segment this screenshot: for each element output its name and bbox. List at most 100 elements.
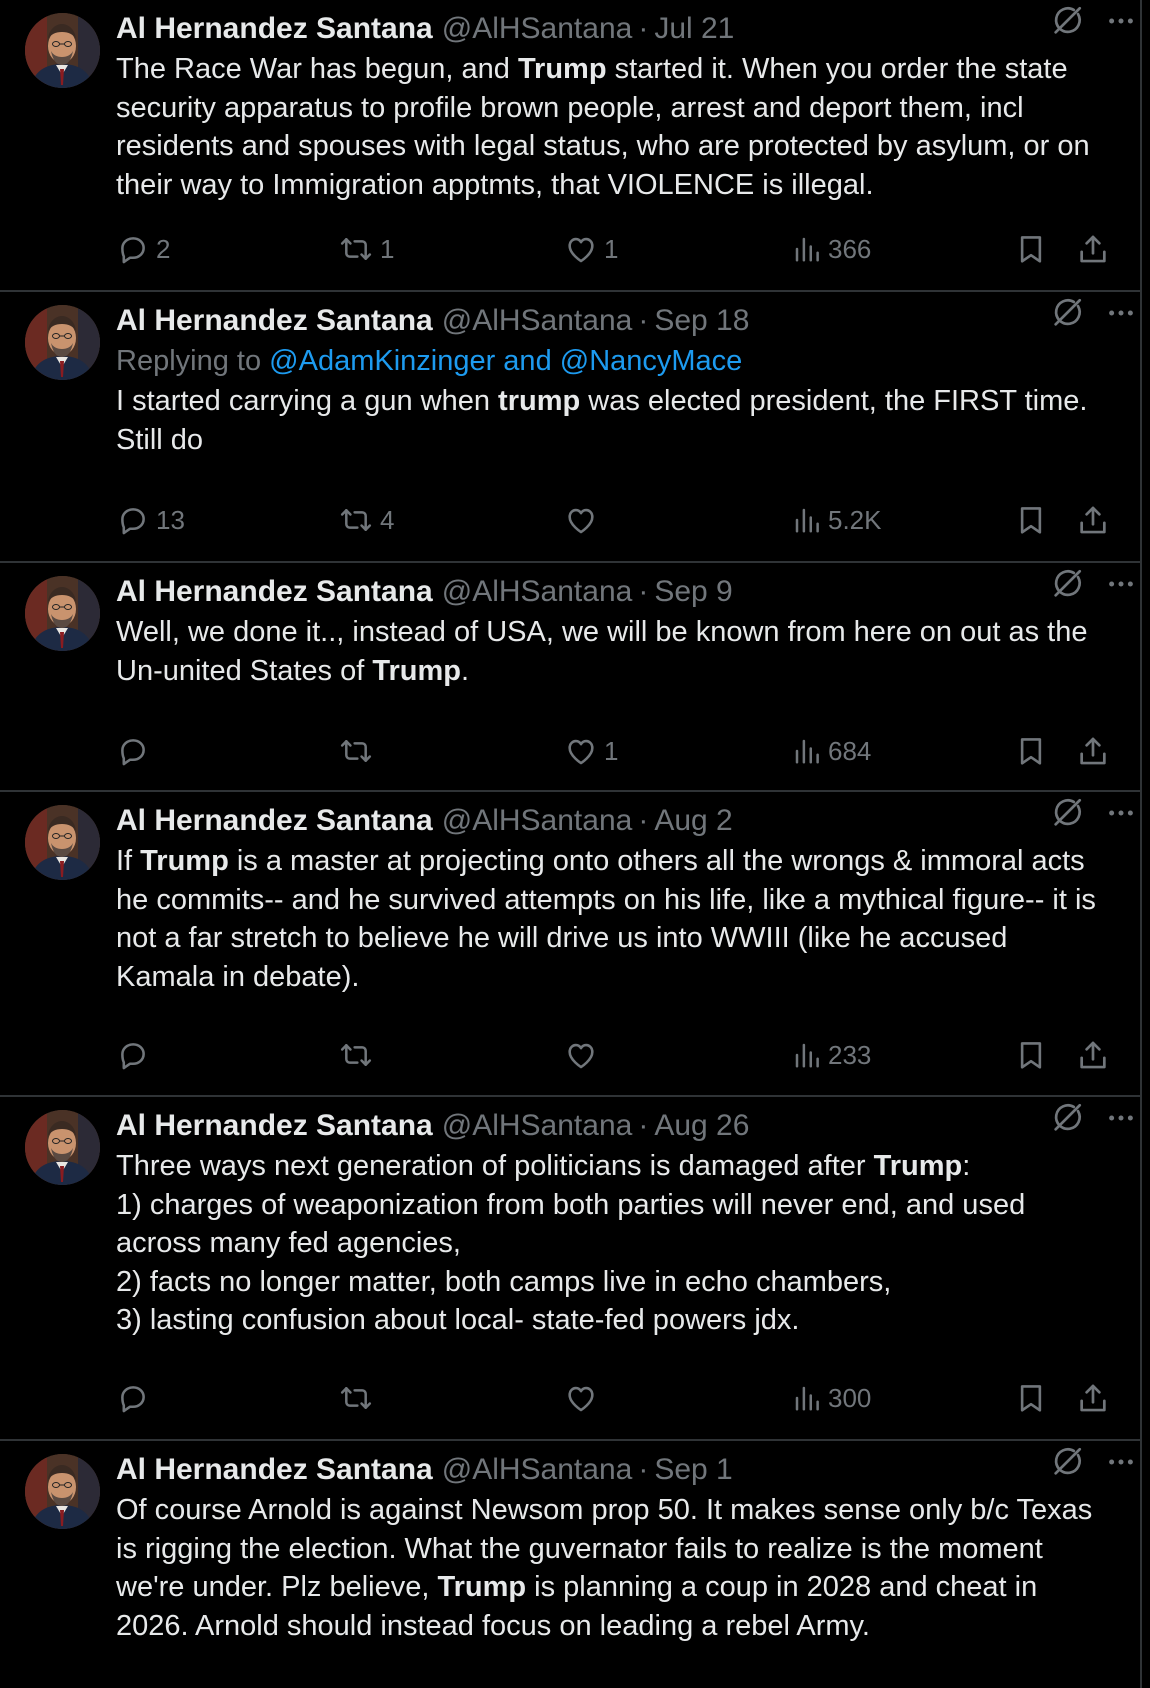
replying-to-mentions[interactable]: @AdamKinzinger and @NancyMace xyxy=(269,345,742,377)
bookmark-icon xyxy=(1016,1381,1046,1415)
heart-icon xyxy=(564,734,598,768)
reply-button[interactable] xyxy=(116,1035,150,1075)
repost-button[interactable] xyxy=(338,1035,374,1075)
author-name[interactable]: Al Hernandez Santana xyxy=(116,1451,433,1489)
tweet-top-icons xyxy=(1050,1101,1136,1140)
tweet[interactable]: Al Hernandez Santana @AlHSantana · Sep 9… xyxy=(0,563,1140,792)
author-name[interactable]: Al Hernandez Santana xyxy=(116,302,433,340)
share-button[interactable] xyxy=(1076,229,1110,269)
tweet-header: Al Hernandez Santana @AlHSantana · Aug 2… xyxy=(116,1107,1110,1145)
avatar-image xyxy=(25,1110,100,1185)
repost-count: 1 xyxy=(380,233,395,264)
author-handle[interactable]: @AlHSantana xyxy=(442,10,633,48)
repost-icon xyxy=(338,232,374,266)
repost-icon xyxy=(338,1038,374,1072)
grok-icon[interactable] xyxy=(1050,796,1084,835)
author-handle[interactable]: @AlHSantana xyxy=(442,1107,633,1145)
reply-button[interactable] xyxy=(116,731,150,771)
tweet[interactable]: Al Hernandez Santana @AlHSantana · Aug 2… xyxy=(0,792,1140,1097)
tweet[interactable]: Al Hernandez Santana @AlHSantana · Jul 2… xyxy=(0,0,1140,292)
like-button[interactable] xyxy=(564,500,598,540)
bookmark-button[interactable] xyxy=(1016,500,1046,540)
author-handle[interactable]: @AlHSantana xyxy=(442,302,633,340)
tweet-date[interactable]: Aug 26 xyxy=(654,1107,749,1145)
repost-button[interactable]: 1 xyxy=(338,229,394,269)
tweet[interactable]: Al Hernandez Santana @AlHSantana · Sep 1… xyxy=(0,292,1140,563)
tweet-text: The Race War has begun, and Trump starte… xyxy=(116,53,1090,201)
author-handle[interactable]: @AlHSantana xyxy=(442,573,633,611)
grok-icon[interactable] xyxy=(1050,567,1084,606)
author-name[interactable]: Al Hernandez Santana xyxy=(116,573,433,611)
separator-dot: · xyxy=(638,575,649,608)
bookmark-icon xyxy=(1016,232,1046,266)
author-handle[interactable]: @AlHSantana xyxy=(442,802,633,840)
bookmark-button[interactable] xyxy=(1016,1378,1046,1418)
views-icon xyxy=(792,1039,822,1071)
avatar[interactable] xyxy=(25,805,100,880)
more-icon[interactable] xyxy=(1106,6,1136,41)
reply-button[interactable]: 13 xyxy=(116,500,185,540)
tweet-text: Three ways next generation of politician… xyxy=(116,1150,1026,1336)
grok-icon[interactable] xyxy=(1050,296,1084,335)
tweet[interactable]: Al Hernandez Santana @AlHSantana · Sep 1… xyxy=(0,1441,1140,1688)
share-button[interactable] xyxy=(1076,1035,1110,1075)
avatar[interactable] xyxy=(25,1454,100,1529)
views-button[interactable]: 5.2K xyxy=(792,500,882,540)
share-icon xyxy=(1076,503,1110,537)
author-name[interactable]: Al Hernandez Santana xyxy=(116,802,433,840)
tweet[interactable]: Al Hernandez Santana @AlHSantana · Aug 2… xyxy=(0,1097,1140,1441)
reply-count: 2 xyxy=(156,233,171,264)
avatar[interactable] xyxy=(25,576,100,651)
like-button[interactable]: 1 xyxy=(564,229,618,269)
share-button[interactable] xyxy=(1076,500,1110,540)
avatar[interactable] xyxy=(25,305,100,380)
share-icon xyxy=(1076,1381,1110,1415)
avatar-image xyxy=(25,1454,100,1529)
like-button[interactable] xyxy=(564,1035,598,1075)
views-icon xyxy=(792,504,822,536)
tweet-date[interactable]: Sep 9 xyxy=(654,573,732,611)
author-name[interactable]: Al Hernandez Santana xyxy=(116,10,433,48)
repost-button[interactable] xyxy=(338,1378,374,1418)
tweet-text: Of course Arnold is against Newsom prop … xyxy=(116,1494,1093,1642)
avatar[interactable] xyxy=(25,1110,100,1185)
grok-icon[interactable] xyxy=(1050,4,1084,43)
author-name[interactable]: Al Hernandez Santana xyxy=(116,1107,433,1145)
tweet-date[interactable]: Aug 2 xyxy=(654,802,732,840)
more-icon[interactable] xyxy=(1106,569,1136,604)
tweet-date[interactable]: Sep 1 xyxy=(654,1451,732,1489)
more-icon[interactable] xyxy=(1106,798,1136,833)
share-button[interactable] xyxy=(1076,731,1110,771)
views-button[interactable]: 366 xyxy=(792,229,871,269)
tweet-actions: 233 xyxy=(116,1035,1120,1075)
bookmark-button[interactable] xyxy=(1016,1035,1046,1075)
tweet-text: I started carrying a gun when trump was … xyxy=(116,385,1088,456)
like-count: 1 xyxy=(604,233,619,264)
repost-icon xyxy=(338,734,374,768)
more-icon[interactable] xyxy=(1106,298,1136,333)
tweet-date[interactable]: Jul 21 xyxy=(654,10,734,48)
timeline-feed[interactable]: Al Hernandez Santana @AlHSantana · Jul 2… xyxy=(0,0,1142,1688)
grok-icon[interactable] xyxy=(1050,1101,1084,1140)
like-button[interactable] xyxy=(564,1378,598,1418)
bookmark-button[interactable] xyxy=(1016,731,1046,771)
reply-button[interactable] xyxy=(116,1378,150,1418)
tweet-date[interactable]: Sep 18 xyxy=(654,302,749,340)
avatar[interactable] xyxy=(25,13,100,88)
bookmark-icon xyxy=(1016,734,1046,768)
bookmark-icon xyxy=(1016,1038,1046,1072)
repost-icon xyxy=(338,503,374,537)
repost-button[interactable] xyxy=(338,731,374,771)
more-icon[interactable] xyxy=(1106,1103,1136,1138)
more-icon[interactable] xyxy=(1106,1447,1136,1482)
views-button[interactable]: 233 xyxy=(792,1035,871,1075)
share-button[interactable] xyxy=(1076,1378,1110,1418)
author-handle[interactable]: @AlHSantana xyxy=(442,1451,633,1489)
like-button[interactable]: 1 xyxy=(564,731,618,771)
grok-icon[interactable] xyxy=(1050,1445,1084,1484)
views-button[interactable]: 300 xyxy=(792,1378,871,1418)
bookmark-button[interactable] xyxy=(1016,229,1046,269)
repost-button[interactable]: 4 xyxy=(338,500,394,540)
views-button[interactable]: 684 xyxy=(792,731,871,771)
reply-button[interactable]: 2 xyxy=(116,229,170,269)
